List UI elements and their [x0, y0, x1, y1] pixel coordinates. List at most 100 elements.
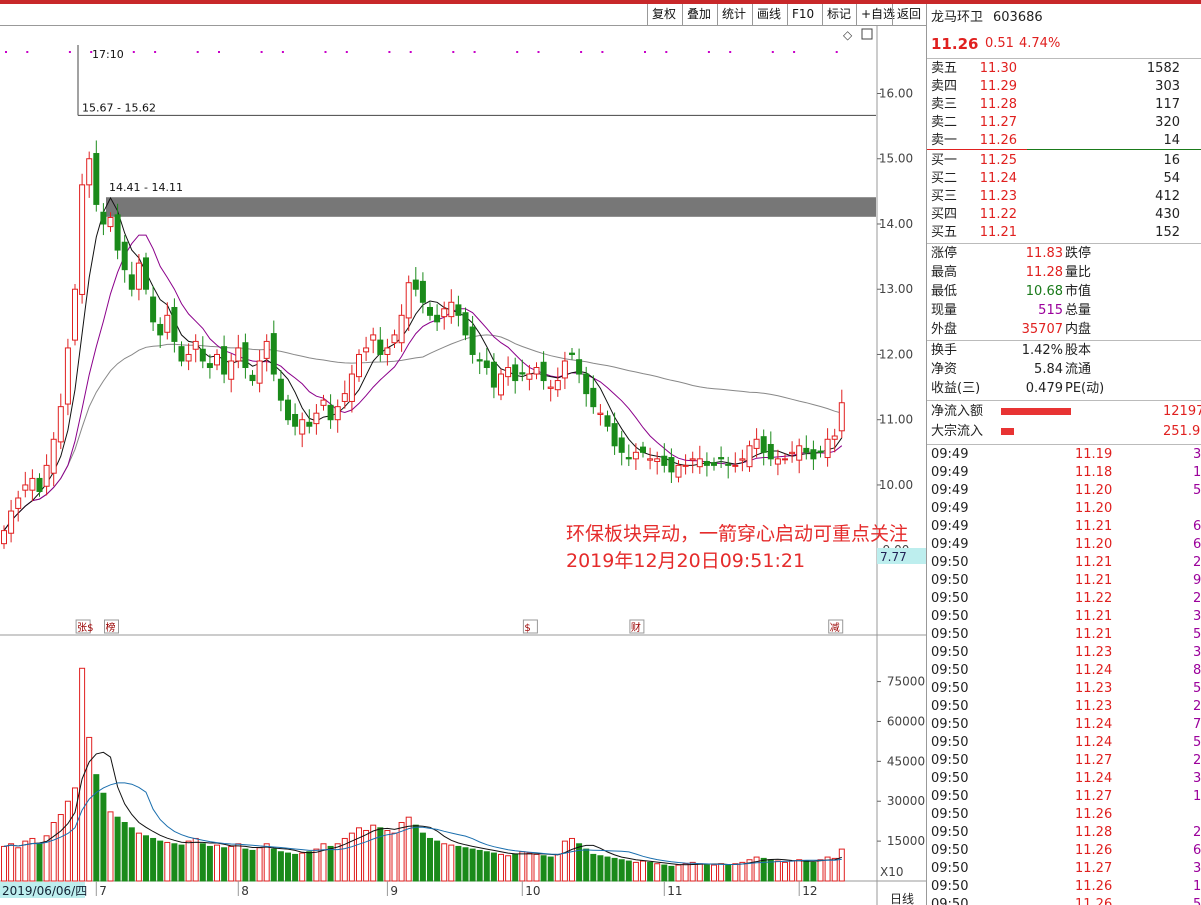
volume-bar: [490, 852, 497, 882]
volume-bar: [135, 832, 142, 882]
candle-body: [64, 347, 71, 405]
candle-body: [363, 347, 370, 353]
mark-button[interactable]: 标记: [822, 4, 855, 25]
signal-dot: [707, 51, 710, 53]
tick-time: 09:50: [931, 609, 969, 624]
quote-row: 涨停 11.83 跌停: [927, 245, 1201, 263]
quote-value: 515: [1038, 303, 1063, 318]
fundamental-row: 换手 1.42% 股本: [927, 342, 1201, 360]
price-tick-label: 12.00: [879, 347, 913, 361]
tick-volume: 5: [1193, 897, 1201, 905]
signal-dot: [281, 51, 284, 53]
ask-volume: 1582: [1146, 61, 1180, 76]
signal-dot: [580, 51, 583, 53]
ask-row: 卖四 11.29 303: [927, 78, 1201, 96]
back-button[interactable]: 返回: [892, 4, 925, 25]
candle-body: [554, 380, 561, 391]
candle-body: [725, 463, 732, 466]
candle-body: [597, 412, 604, 415]
candle-body: [185, 353, 192, 362]
candle-body: [370, 334, 377, 341]
volume-bar: [22, 840, 29, 882]
candle-body: [767, 443, 774, 460]
candle-body: [114, 214, 121, 251]
candle-body: [412, 279, 419, 290]
volume-bar: [214, 844, 220, 882]
statistics-button[interactable]: 统计: [717, 4, 750, 25]
volume-bar: [604, 856, 611, 882]
volume-bar: [640, 860, 646, 882]
volume-bar: [469, 848, 476, 882]
bid-label: 买四: [931, 207, 958, 222]
volume-bar: [427, 837, 433, 882]
volume-bar: [732, 863, 739, 882]
candle-body: [15, 497, 22, 509]
stock-title: 龙马环卫 603686: [927, 8, 1201, 28]
volume-bar: [363, 829, 370, 882]
tick-time: 09:49: [931, 537, 969, 552]
tick-volume: 3: [1193, 861, 1201, 876]
signal-dot: [26, 51, 29, 53]
candle-body: [228, 360, 235, 380]
month-label: 8: [241, 884, 249, 898]
kline-chart[interactable]: 9.0010.0011.0012.0013.0014.0015.0016.007…: [0, 25, 926, 905]
tick-price: 11.20: [1075, 483, 1113, 498]
volume-bar: [206, 845, 213, 882]
divider: [927, 400, 1201, 401]
candle-body: [107, 216, 114, 228]
tick-time: 09:50: [931, 627, 969, 642]
candle-body: [285, 399, 291, 421]
signal-dot: [345, 51, 348, 53]
volume-bar: [299, 852, 306, 882]
bid-row: 买二 11.24 54: [927, 170, 1201, 188]
tick-time: 09:50: [931, 663, 969, 678]
tick-price: 11.24: [1075, 771, 1113, 786]
zone-label: 14.41 - 14.11: [109, 181, 183, 194]
quote-label-2: 内盘: [1065, 322, 1092, 337]
draw-line-button[interactable]: 画线: [752, 4, 785, 25]
volume-bar: [1, 845, 7, 882]
volume-bar: [540, 855, 547, 882]
candle-body: [164, 314, 171, 333]
tick-time: 09:50: [931, 843, 969, 858]
divider: [927, 444, 1201, 445]
tick-price: 11.26: [1075, 879, 1113, 894]
tick-row: 09:50 11.24 3: [927, 770, 1201, 788]
volume-unit-label: X10: [880, 865, 904, 879]
candle-body: [483, 360, 490, 369]
ask-label: 卖二: [931, 115, 958, 130]
diamond-icon: ◇: [843, 28, 853, 42]
tick-time: 09:50: [931, 699, 969, 714]
tick-time: 09:50: [931, 645, 969, 660]
bid-label: 买一: [931, 153, 958, 168]
volume-bar: [391, 832, 398, 882]
ask-label: 卖一: [931, 133, 958, 148]
candle-body: [206, 363, 213, 369]
overlay-button[interactable]: 叠加: [682, 4, 715, 25]
candle-body: [526, 373, 533, 380]
candle-body: [618, 437, 625, 453]
candle-body: [462, 312, 469, 336]
candle-body: [583, 373, 590, 395]
volume-bar: [15, 847, 22, 882]
f10-button[interactable]: F10: [787, 4, 818, 25]
price-tick-label: 14.00: [879, 217, 913, 231]
volume-bar: [498, 853, 504, 882]
bid-volume: 152: [1155, 225, 1180, 240]
candle-body: [711, 462, 717, 466]
tick-time: 09:50: [931, 591, 969, 606]
volume-bar: [661, 864, 668, 882]
candle-body: [327, 404, 334, 421]
candle-body: [732, 464, 739, 467]
tick-row: 09:49 11.19 3: [927, 446, 1201, 464]
candle-body: [838, 402, 845, 432]
ask-volume: 320: [1155, 115, 1180, 130]
tick-price: 11.19: [1075, 447, 1113, 462]
kline-chart-panel[interactable]: 9.0010.0011.0012.0013.0014.0015.0016.007…: [0, 25, 926, 905]
flow-value: 251.97: [1163, 424, 1201, 439]
quote-label: 最低: [931, 284, 958, 299]
ask-bid-divider-green: [1027, 149, 1201, 150]
volume-bar: [519, 851, 526, 882]
candle-body: [703, 460, 710, 466]
fuquan-button[interactable]: 复权: [647, 4, 680, 25]
